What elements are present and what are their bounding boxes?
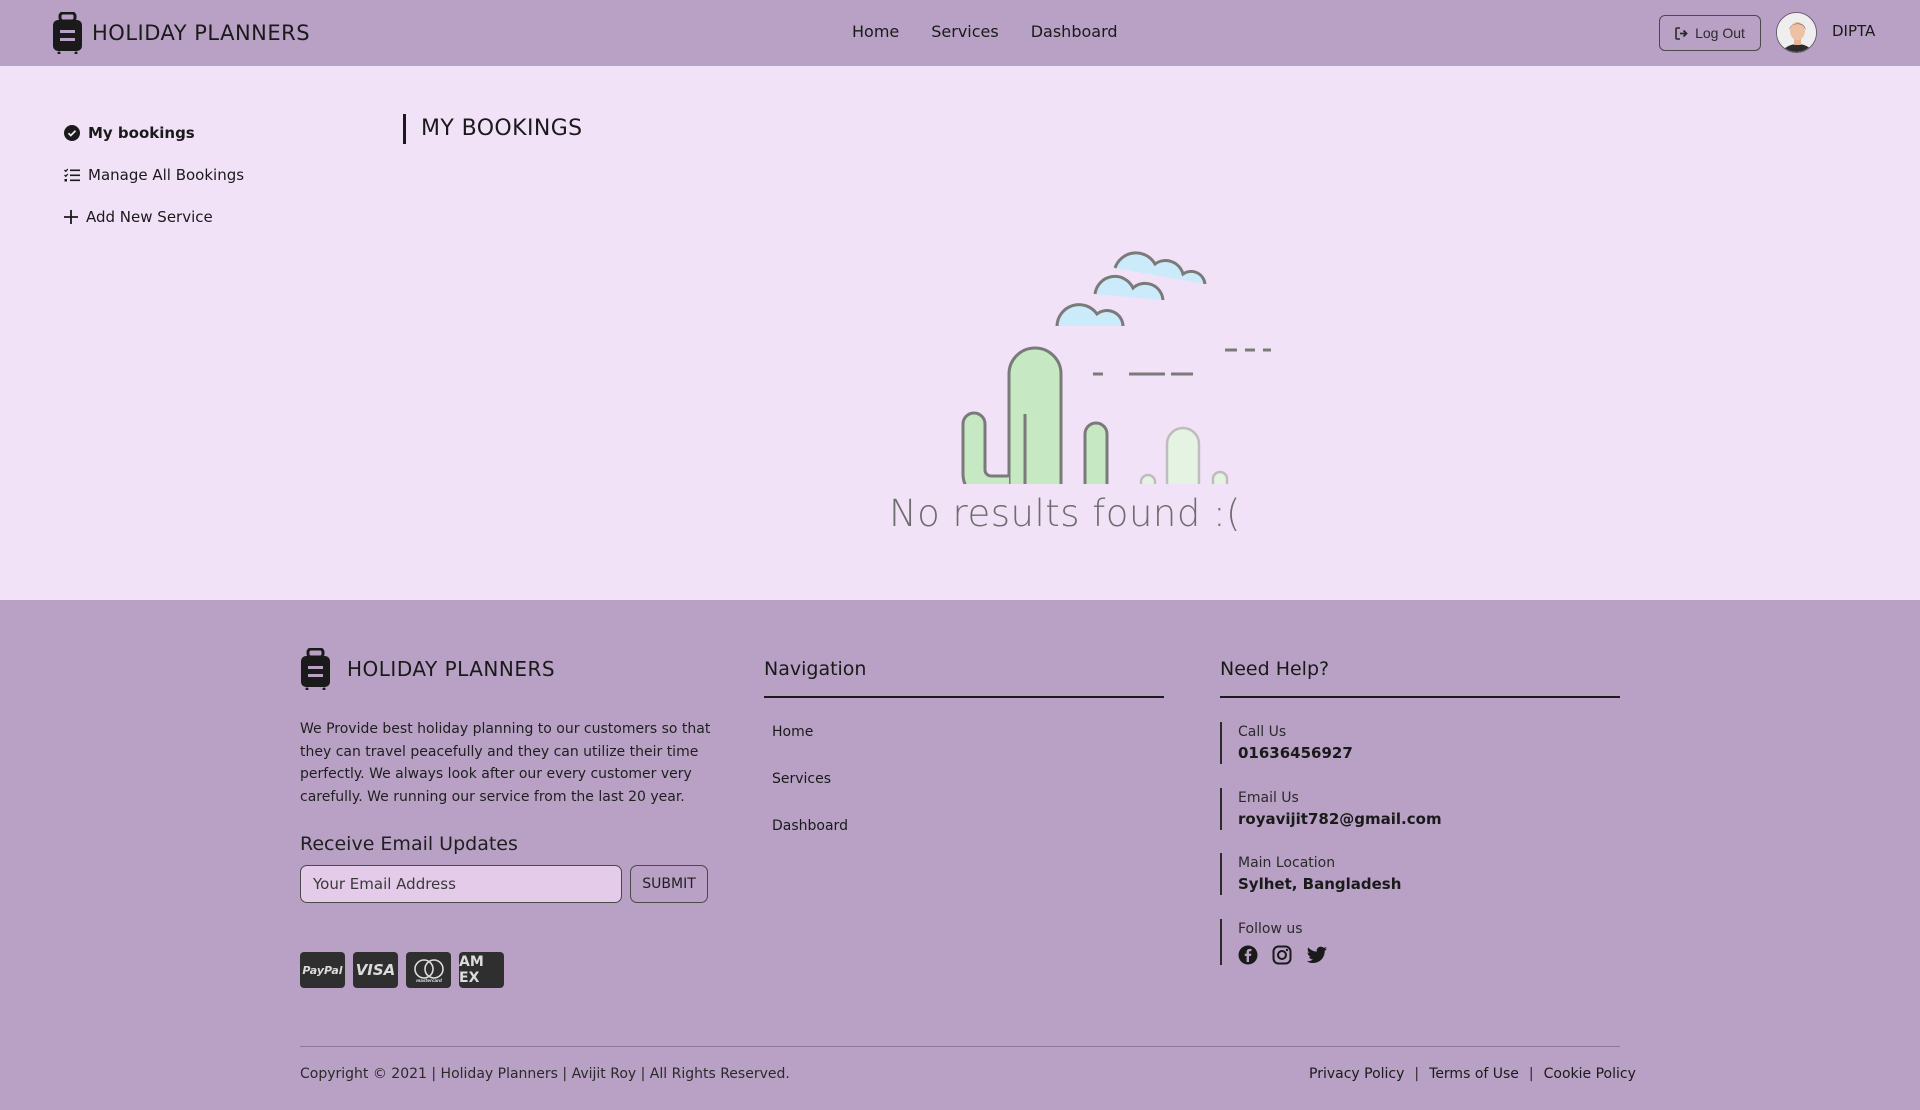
amex-icon: AM EX (459, 952, 504, 988)
mastercard-logo: mastercard (413, 959, 444, 983)
footer-brand[interactable]: HOLIDAY PLANNERS (300, 648, 555, 690)
twitter-icon[interactable] (1306, 945, 1328, 965)
sidebar-item-manage-all-bookings[interactable]: Manage All Bookings (64, 164, 244, 186)
top-navbar: HOLIDAY PLANNERS Home Services Dashboard… (0, 0, 1920, 66)
privacy-policy-link[interactable]: Privacy Policy (1309, 1066, 1404, 1082)
logout-label: Log Out (1695, 25, 1745, 41)
payment-methods: PayPal VISA mastercard AM EX (300, 952, 504, 988)
email-updates-title: Receive Email Updates (300, 833, 518, 855)
user-photo (1777, 13, 1816, 52)
cookie-policy-link[interactable]: Cookie Policy (1544, 1066, 1636, 1082)
footer-divider (300, 1046, 1620, 1047)
social-links (1238, 945, 1470, 965)
footer-navigation-links: Home Services Dashboard (772, 724, 848, 865)
check-circle-icon (64, 125, 80, 141)
username: DIPTA (1832, 22, 1876, 40)
newsletter-email-input[interactable] (300, 865, 622, 903)
nav-link-services[interactable]: Services (931, 22, 998, 41)
policy-separator: | (1414, 1066, 1420, 1082)
mastercard-icon: mastercard (406, 952, 451, 988)
footer-link-dashboard[interactable]: Dashboard (772, 818, 848, 840)
paypal-icon: PayPal (300, 952, 345, 988)
visa-icon: VISA (353, 952, 398, 988)
help-email-value[interactable]: royavijit782@gmail.com (1238, 808, 1470, 830)
instagram-icon[interactable] (1272, 945, 1292, 965)
help-call-label: Call Us (1238, 724, 1287, 740)
logout-button[interactable]: Log Out (1659, 15, 1761, 51)
help-email: Email Us royavijit782@gmail.com (1220, 788, 1470, 830)
site-footer: HOLIDAY PLANNERS We Provide best holiday… (0, 600, 1920, 1110)
footer-help-divider (1220, 696, 1620, 698)
help-email-label: Email Us (1238, 790, 1299, 806)
sidebar-item-label: My bookings (88, 124, 195, 142)
help-location-value: Sylhet, Bangladesh (1238, 875, 1402, 893)
dashboard-main: My bookings Manage All Bookings Add New … (0, 66, 1920, 600)
list-check-icon (64, 168, 80, 182)
footer-link-services[interactable]: Services (772, 771, 848, 793)
dashboard-sidebar: My bookings Manage All Bookings Add New … (64, 122, 244, 248)
plus-icon (64, 210, 78, 224)
sidebar-item-add-new-service[interactable]: Add New Service (64, 206, 244, 228)
brand-logo-link[interactable]: HOLIDAY PLANNERS (52, 12, 310, 54)
main-nav: Home Services Dashboard (852, 22, 1118, 41)
help-call-value[interactable]: 01636456927 (1238, 742, 1470, 764)
newsletter-submit-button[interactable]: SUBMIT (630, 865, 708, 903)
help-location-label: Main Location (1238, 855, 1336, 871)
help-follow: Follow us (1220, 919, 1470, 965)
footer-navigation-divider (764, 696, 1164, 698)
terms-of-use-link[interactable]: Terms of Use (1429, 1066, 1519, 1082)
help-location: Main Location Sylhet, Bangladesh (1220, 853, 1470, 895)
facebook-icon[interactable] (1238, 945, 1258, 965)
mastercard-wordmark: mastercard (416, 978, 442, 983)
copyright-text: Copyright © 2021 | Holiday Planners | Av… (300, 1066, 790, 1082)
footer-link-home[interactable]: Home (772, 724, 848, 746)
sidebar-item-my-bookings[interactable]: My bookings (64, 122, 244, 144)
nav-link-home[interactable]: Home (852, 22, 899, 41)
help-follow-label: Follow us (1238, 921, 1303, 937)
footer-brand-name: HOLIDAY PLANNERS (347, 657, 556, 681)
footer-navigation-title: Navigation (764, 658, 867, 680)
luggage-icon (53, 12, 82, 54)
luggage-icon (301, 648, 330, 690)
sidebar-item-label: Add New Service (86, 208, 213, 226)
policy-links: Privacy Policy | Terms of Use | Cookie P… (1309, 1066, 1636, 1082)
nav-link-dashboard[interactable]: Dashboard (1031, 22, 1118, 41)
sign-out-icon (1675, 26, 1688, 40)
user-avatar[interactable] (1776, 12, 1817, 53)
page-title: MY BOOKINGS (403, 114, 583, 144)
footer-help-title: Need Help? (1220, 658, 1330, 680)
policy-separator: | (1528, 1066, 1534, 1082)
footer-about-text: We Provide best holiday planning to our … (300, 721, 711, 805)
brand-name: HOLIDAY PLANNERS (92, 21, 311, 45)
empty-state-message: No results found :( (888, 492, 1241, 535)
empty-cactus-illustration (961, 251, 1271, 484)
help-call: Call Us 01636456927 (1220, 722, 1470, 764)
sidebar-item-label: Manage All Bookings (88, 166, 245, 184)
